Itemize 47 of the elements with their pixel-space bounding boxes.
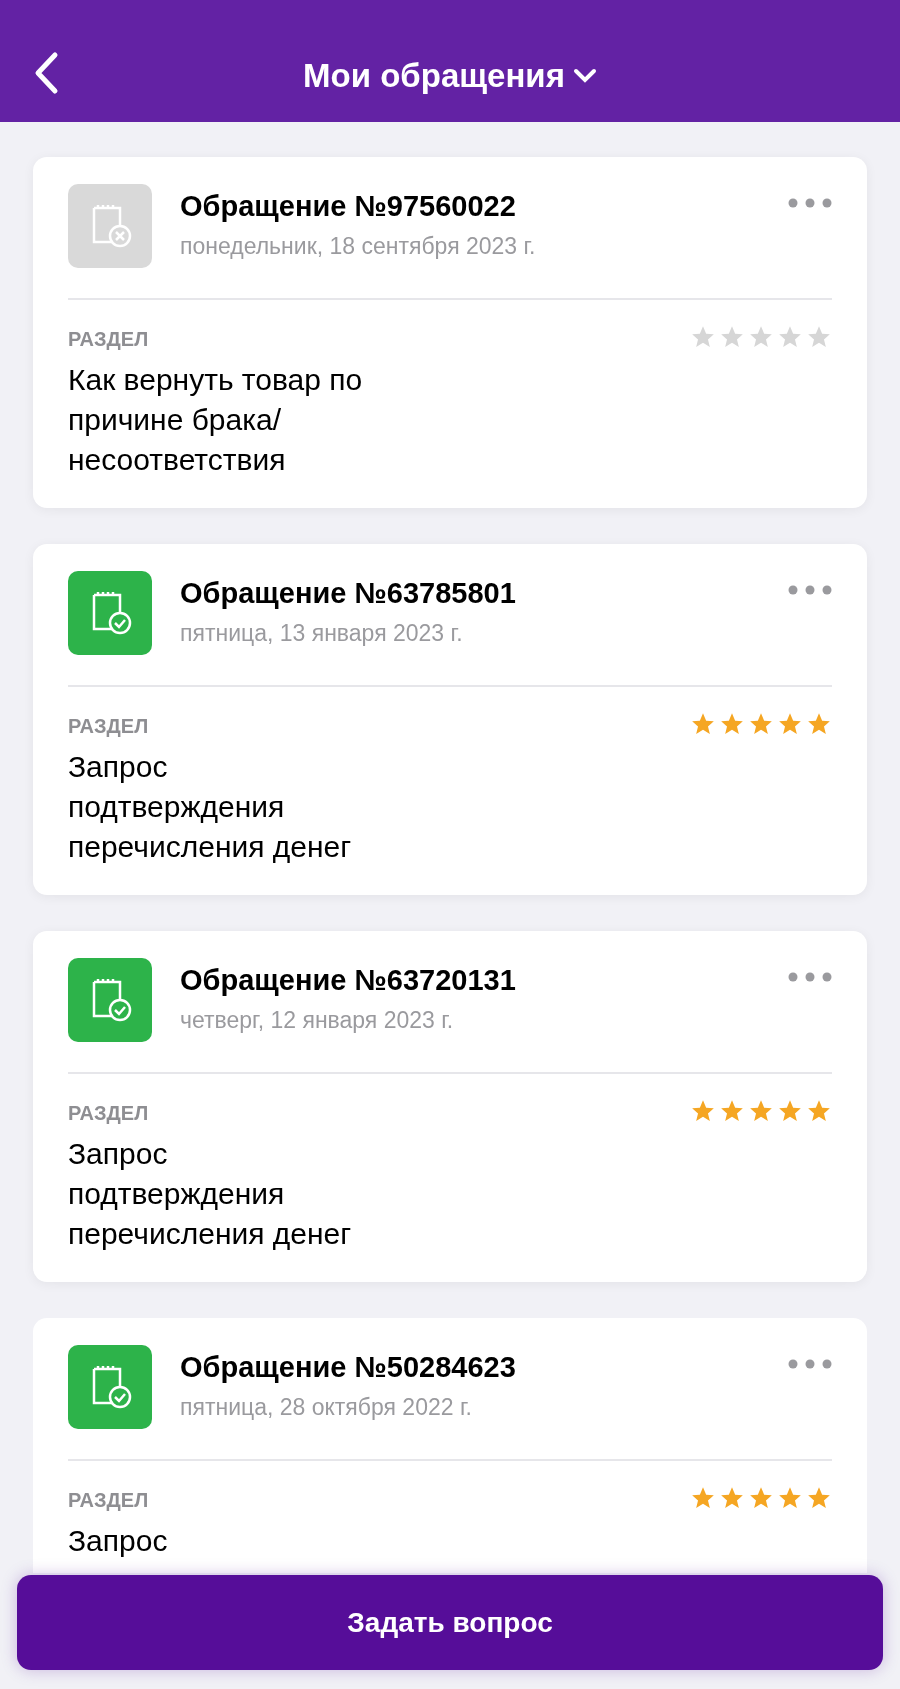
section-label: РАЗДЕЛ xyxy=(68,1488,150,1513)
section-label: РАЗДЕЛ xyxy=(68,327,150,352)
title-dropdown[interactable]: Мои обращения xyxy=(303,51,597,101)
ticket-card[interactable]: Обращение №63720131 четверг, 12 января 2023 г. РАЗДЕЛ Запрос подтверждения перечисления денег xyxy=(33,931,867,1282)
section-label: РАЗДЕЛ xyxy=(68,1101,150,1126)
star-icon[interactable] xyxy=(719,711,745,737)
ticket-date: понедельник, 18 сентября 2023 г. xyxy=(180,232,537,261)
ticket-title: Обращение №63785801 xyxy=(180,576,517,611)
star-icon[interactable] xyxy=(777,324,803,350)
ask-question-button[interactable]: Задать вопрос xyxy=(17,1575,883,1670)
chevron-down-icon xyxy=(572,68,597,84)
more-icon[interactable] xyxy=(788,972,832,982)
star-icon[interactable] xyxy=(690,1098,716,1124)
ticket-card[interactable]: Обращение №97560022 понедельник, 18 сентября 2023 г. РАЗДЕЛ Как вернуть товар по причине брака/ несоответствия xyxy=(33,157,867,508)
star-icon[interactable] xyxy=(806,711,832,737)
ticket-title: Обращение №97560022 xyxy=(180,189,517,224)
more-icon[interactable] xyxy=(788,198,832,208)
star-icon[interactable] xyxy=(690,1485,716,1511)
star-icon[interactable] xyxy=(690,324,716,350)
star-icon[interactable] xyxy=(806,324,832,350)
ticket-card[interactable]: Обращение №50284623 пятница, 28 октября 2022 г. РАЗДЕЛ Запрос xyxy=(33,1318,867,1573)
star-icon[interactable] xyxy=(748,1485,774,1511)
ticket-date: пятница, 28 октября 2022 г. xyxy=(180,1393,473,1422)
section-label: РАЗДЕЛ xyxy=(68,714,150,739)
star-icon[interactable] xyxy=(777,711,803,737)
star-icon[interactable] xyxy=(806,1485,832,1511)
star-icon[interactable] xyxy=(748,711,774,737)
section-text: Как вернуть товар по причине брака/ несоответствия xyxy=(68,362,364,478)
ticket-card[interactable]: Обращение №63785801 пятница, 13 января 2023 г. РАЗДЕЛ Запрос подтверждения перечисления денег xyxy=(33,544,867,895)
star-icon[interactable] xyxy=(777,1098,803,1124)
star-icon[interactable] xyxy=(806,1098,832,1124)
star-icon[interactable] xyxy=(719,324,745,350)
section-text: Запрос xyxy=(68,1523,169,1559)
star-icon[interactable] xyxy=(719,1485,745,1511)
star-icon[interactable] xyxy=(748,324,774,350)
star-icon[interactable] xyxy=(719,1098,745,1124)
star-icon[interactable] xyxy=(777,1485,803,1511)
section-text: Запрос подтверждения перечисления денег xyxy=(68,749,353,865)
ticket-date: пятница, 13 января 2023 г. xyxy=(180,619,464,648)
star-icon[interactable] xyxy=(748,1098,774,1124)
star-icon[interactable] xyxy=(690,711,716,737)
section-text: Запрос подтверждения перечисления денег xyxy=(68,1136,353,1252)
more-icon[interactable] xyxy=(788,585,832,595)
ticket-title: Обращение №50284623 xyxy=(180,1350,517,1385)
more-icon[interactable] xyxy=(788,1359,832,1369)
ticket-date: четверг, 12 января 2023 г. xyxy=(180,1006,455,1035)
ticket-title: Обращение №63720131 xyxy=(180,963,517,998)
